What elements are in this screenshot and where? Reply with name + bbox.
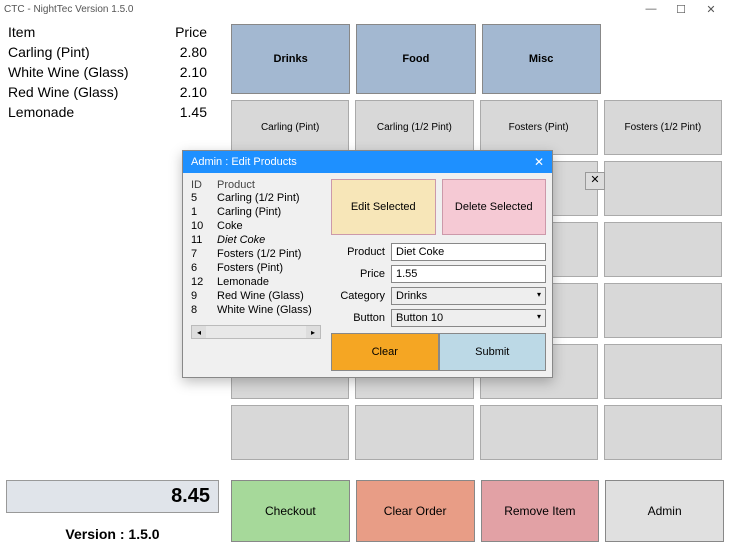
horizontal-scrollbar[interactable]: ◂ ▸ — [191, 325, 321, 339]
list-item[interactable]: 12Lemonade — [191, 275, 321, 289]
category-select[interactable]: Drinks ▾ — [391, 287, 546, 305]
order-table: Item Price Carling (Pint)2.80 White Wine… — [8, 22, 217, 122]
list-item[interactable]: 6Fosters (Pint) — [191, 261, 321, 275]
product-button[interactable] — [604, 161, 722, 216]
table-row: Lemonade1.45 — [8, 102, 217, 122]
product-button[interactable]: Fosters (1/2 Pint) — [604, 100, 722, 155]
scroll-right-icon[interactable]: ▸ — [306, 326, 320, 338]
table-row: Red Wine (Glass)2.10 — [8, 82, 217, 102]
remove-item-button[interactable]: Remove Item — [481, 480, 600, 542]
product-button[interactable] — [604, 405, 722, 460]
price-input[interactable] — [391, 265, 546, 283]
list-header-product: Product — [217, 179, 255, 191]
close-icon[interactable]: ✕ — [696, 3, 726, 16]
category-food[interactable]: Food — [356, 24, 475, 94]
dialog-title: Admin : Edit Products — [191, 156, 297, 168]
chevron-down-icon: ▾ — [537, 312, 541, 324]
edit-selected-button[interactable]: Edit Selected — [331, 179, 436, 235]
list-item[interactable]: 7Fosters (1/2 Pint) — [191, 247, 321, 261]
product-button[interactable]: Carling (Pint) — [231, 100, 349, 155]
edit-form: Edit Selected Delete Selected Product Pr… — [325, 173, 552, 377]
product-input[interactable] — [391, 243, 546, 261]
list-item[interactable]: 9Red Wine (Glass) — [191, 289, 321, 303]
product-button[interactable] — [604, 344, 722, 399]
category-drinks[interactable]: Drinks — [231, 24, 350, 94]
minimize-icon[interactable]: — — [636, 3, 666, 15]
list-item[interactable]: 1Carling (Pint) — [191, 205, 321, 219]
version-label: Version : 1.5.0 — [6, 526, 219, 542]
checkout-button[interactable]: Checkout — [231, 480, 350, 542]
button-label: Button — [331, 312, 385, 324]
submit-button[interactable]: Submit — [439, 333, 547, 371]
delete-selected-button[interactable]: Delete Selected — [442, 179, 547, 235]
clear-order-button[interactable]: Clear Order — [356, 480, 475, 542]
product-button[interactable] — [231, 405, 349, 460]
table-row: Carling (Pint)2.80 — [8, 42, 217, 62]
category-misc[interactable]: Misc — [482, 24, 601, 94]
maximize-icon[interactable]: ☐ — [666, 3, 696, 16]
product-list: ID Product 5Carling (1/2 Pint) 1Carling … — [183, 173, 325, 377]
list-item[interactable]: 5Carling (1/2 Pint) — [191, 191, 321, 205]
price-label: Price — [331, 268, 385, 280]
product-button[interactable]: Fosters (Pint) — [480, 100, 598, 155]
admin-edit-products-dialog: Admin : Edit Products ✕ ID Product 5Carl… — [182, 150, 553, 378]
product-button[interactable] — [604, 222, 722, 277]
window-title: CTC - NightTec Version 1.5.0 — [4, 4, 134, 15]
list-item[interactable]: 10Coke — [191, 219, 321, 233]
clear-button[interactable]: Clear — [331, 333, 439, 371]
scroll-left-icon[interactable]: ◂ — [192, 326, 206, 338]
col-price: Price — [163, 22, 217, 42]
list-item[interactable]: 11Diet Coke — [191, 233, 321, 247]
order-total: 8.45 — [6, 480, 219, 513]
product-button[interactable] — [355, 405, 473, 460]
behind-dialog-close-icon[interactable]: ✕ — [585, 172, 605, 190]
product-label: Product — [331, 246, 385, 258]
product-button[interactable]: Carling (1/2 Pint) — [355, 100, 473, 155]
button-select[interactable]: Button 10 ▾ — [391, 309, 546, 327]
chevron-down-icon: ▾ — [537, 290, 541, 302]
product-button[interactable] — [604, 283, 722, 338]
list-header-id: ID — [191, 179, 209, 191]
dialog-close-icon[interactable]: ✕ — [534, 155, 544, 169]
category-blank — [607, 24, 724, 94]
table-row: White Wine (Glass)2.10 — [8, 62, 217, 82]
product-button[interactable] — [480, 405, 598, 460]
category-label: Category — [331, 290, 385, 302]
list-item[interactable]: 8White Wine (Glass) — [191, 303, 321, 317]
admin-button[interactable]: Admin — [605, 480, 724, 542]
col-item: Item — [8, 22, 163, 42]
